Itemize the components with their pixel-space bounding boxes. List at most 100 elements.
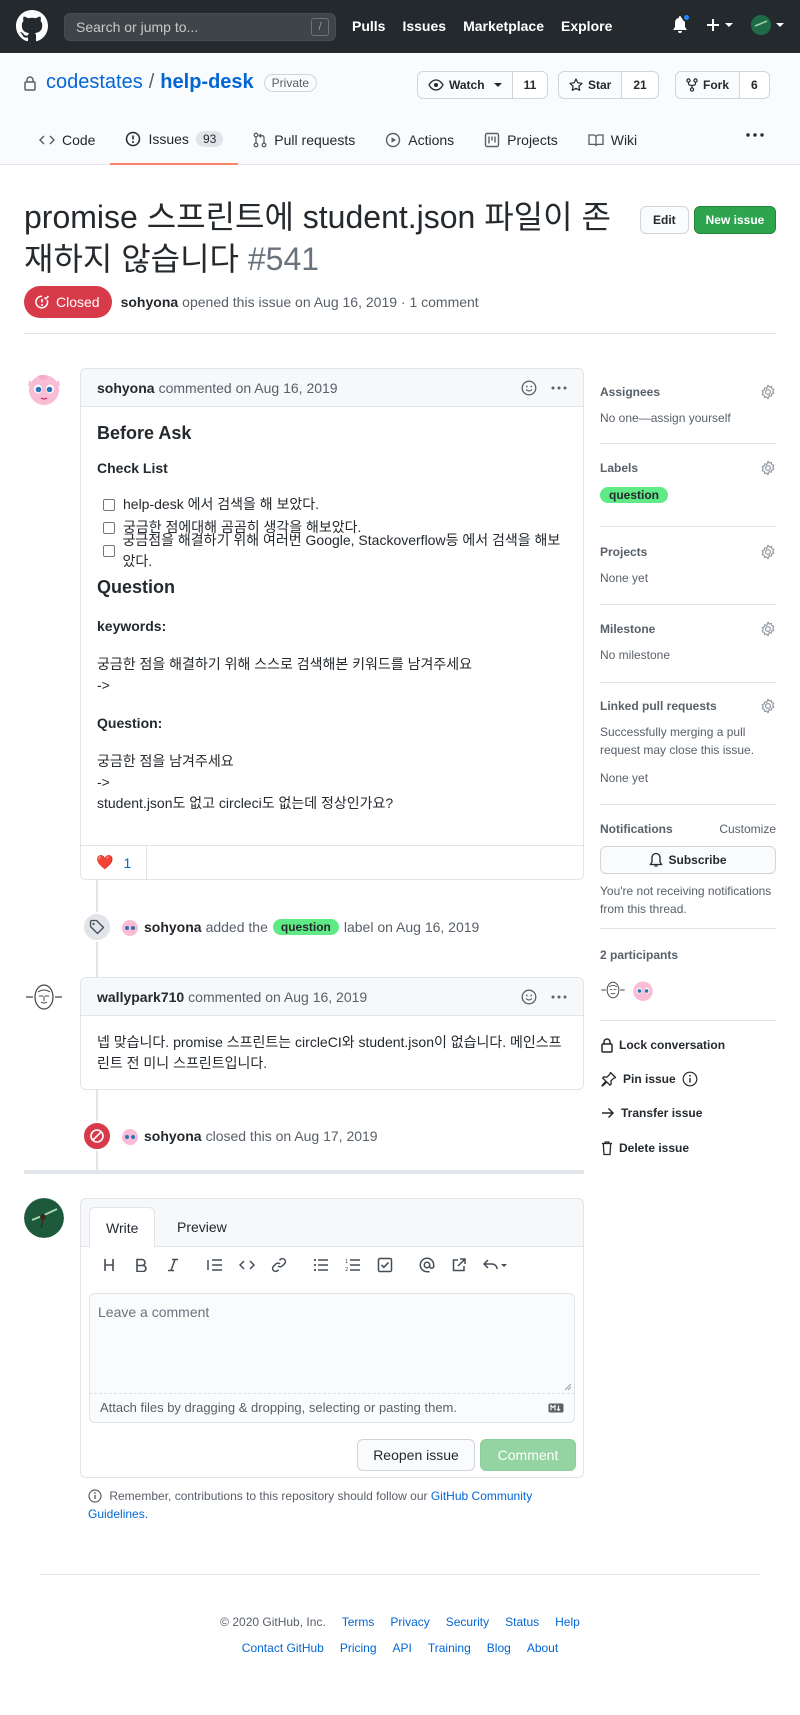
star-count[interactable]: 21 — [622, 71, 659, 99]
reply-icon[interactable] — [481, 1258, 509, 1272]
task-list-icon[interactable] — [375, 1257, 395, 1273]
tab-actions[interactable]: Actions — [370, 115, 469, 165]
delete-issue-button[interactable]: Delete issue — [601, 1140, 689, 1156]
assignees-empty-link[interactable]: No one—assign yourself — [600, 409, 776, 427]
tab-issues[interactable]: Issues 93 — [110, 115, 239, 165]
watch-count[interactable]: 11 — [512, 71, 549, 99]
reopen-issue-button[interactable]: Reopen issue — [357, 1439, 475, 1471]
heart-icon: ❤️ — [96, 854, 114, 870]
footer-link-blog[interactable]: Blog — [487, 1641, 511, 1655]
issue-author-link[interactable]: sohyona — [121, 294, 179, 310]
create-new-menu[interactable] — [706, 18, 733, 32]
code-icon — [39, 134, 55, 146]
footer-link-training[interactable]: Training — [428, 1641, 471, 1655]
notifications-bell-icon[interactable] — [672, 13, 691, 34]
avatar[interactable] — [120, 1126, 140, 1146]
heading-icon[interactable] — [99, 1258, 119, 1272]
avatar[interactable] — [600, 977, 626, 1003]
unordered-list-icon[interactable] — [311, 1258, 331, 1272]
avatar[interactable] — [24, 977, 64, 1017]
repo-owner-link[interactable]: codestates — [46, 71, 143, 94]
watch-button[interactable]: Watch — [417, 71, 513, 99]
comment-author-link[interactable]: sohyona — [97, 380, 155, 396]
footer-link-api[interactable]: API — [393, 1641, 412, 1655]
smiley-icon[interactable] — [521, 989, 537, 1005]
event-actor-link[interactable]: sohyona — [144, 1128, 202, 1144]
comment-timestamp[interactable]: commented on Aug 16, 2019 — [188, 989, 367, 1005]
footer-link-security[interactable]: Security — [446, 1615, 489, 1629]
mention-icon[interactable] — [417, 1257, 437, 1273]
italic-icon[interactable] — [163, 1258, 183, 1272]
smiley-icon[interactable] — [521, 380, 537, 396]
footer-link-about[interactable]: About — [527, 1641, 558, 1655]
nav-pulls[interactable]: Pulls — [352, 18, 385, 34]
new-issue-button[interactable]: New issue — [694, 206, 776, 234]
gear-icon[interactable] — [760, 698, 776, 714]
gear-icon[interactable] — [760, 460, 776, 476]
ordered-list-icon[interactable]: 12 — [343, 1258, 363, 1272]
user-menu[interactable] — [751, 15, 784, 35]
nav-marketplace[interactable]: Marketplace — [463, 18, 544, 34]
avatar[interactable] — [120, 917, 140, 937]
tab-projects[interactable]: Projects — [469, 115, 573, 165]
quote-icon[interactable] — [205, 1258, 225, 1272]
kebab-horizontal-icon[interactable] — [551, 995, 567, 999]
code-icon[interactable] — [237, 1259, 257, 1271]
tab-label: Wiki — [610, 132, 638, 148]
task-checkbox[interactable] — [103, 521, 115, 534]
star-button[interactable]: Star — [558, 71, 623, 99]
avatar[interactable] — [630, 977, 656, 1003]
bold-icon[interactable] — [131, 1258, 151, 1272]
github-logo-icon[interactable] — [16, 10, 48, 42]
heart-reaction-button[interactable]: ❤️ 1 — [81, 845, 148, 880]
comment-submit-button[interactable]: Comment — [480, 1439, 576, 1471]
comment-author-link[interactable]: wallypark710 — [97, 989, 184, 1005]
heading-check-list: Check List — [97, 460, 168, 476]
nav-explore[interactable]: Explore — [561, 18, 612, 34]
new-comment-form: Write Preview 12 Leave a comment Attach … — [80, 1198, 584, 1478]
task-checkbox[interactable] — [103, 544, 115, 557]
gear-icon[interactable] — [760, 544, 776, 560]
info-icon[interactable] — [682, 1071, 698, 1087]
tab-pull-requests[interactable]: Pull requests — [238, 115, 370, 165]
subscribe-button[interactable]: Subscribe — [600, 846, 776, 874]
footer-link-contact[interactable]: Contact GitHub — [242, 1641, 324, 1655]
pin-issue-button[interactable]: Pin issue — [601, 1071, 698, 1087]
fork-count[interactable]: 6 — [740, 71, 770, 99]
cross-reference-icon[interactable] — [449, 1257, 469, 1273]
gear-icon[interactable] — [760, 621, 776, 637]
nav-issues[interactable]: Issues — [402, 18, 446, 34]
more-options-icon[interactable] — [746, 133, 764, 137]
tab-write[interactable]: Write — [89, 1207, 156, 1248]
tab-preview[interactable]: Preview — [161, 1207, 243, 1248]
footer-link-pricing[interactable]: Pricing — [340, 1641, 377, 1655]
edit-title-button[interactable]: Edit — [640, 206, 689, 234]
lock-icon — [601, 1037, 613, 1053]
footer-link-status[interactable]: Status — [505, 1615, 539, 1629]
lock-conversation-button[interactable]: Lock conversation — [601, 1037, 725, 1053]
footer-link-help[interactable]: Help — [555, 1615, 580, 1629]
avatar[interactable] — [24, 1198, 64, 1238]
link-icon[interactable] — [269, 1257, 289, 1273]
tab-wiki[interactable]: Wiki — [573, 115, 652, 165]
transfer-issue-button[interactable]: Transfer issue — [601, 1106, 702, 1120]
label-question[interactable]: question — [600, 487, 668, 503]
fork-button[interactable]: Fork — [675, 71, 741, 99]
file-attachment-area[interactable]: Attach files by dragging & dropping, sel… — [89, 1393, 575, 1423]
avatar[interactable] — [24, 368, 64, 408]
search-input[interactable]: Search or jump to... / — [64, 13, 336, 41]
event-actor-link[interactable]: sohyona — [144, 919, 202, 935]
comment-timestamp[interactable]: commented on Aug 16, 2019 — [159, 380, 338, 396]
label-question[interactable]: question — [272, 919, 339, 935]
gear-icon[interactable] — [760, 384, 776, 400]
repo-name-link[interactable]: help-desk — [160, 71, 253, 94]
markdown-icon[interactable] — [548, 1403, 564, 1413]
footer-link-terms[interactable]: Terms — [342, 1615, 375, 1629]
kebab-horizontal-icon[interactable] — [551, 386, 567, 390]
comment-textarea[interactable]: Leave a comment — [89, 1293, 575, 1393]
footer-link-privacy[interactable]: Privacy — [390, 1615, 429, 1629]
customize-link[interactable]: Customize — [719, 822, 776, 836]
resize-handle-icon[interactable] — [564, 1383, 572, 1391]
task-checkbox[interactable] — [103, 498, 115, 511]
tab-code[interactable]: Code — [24, 115, 110, 165]
